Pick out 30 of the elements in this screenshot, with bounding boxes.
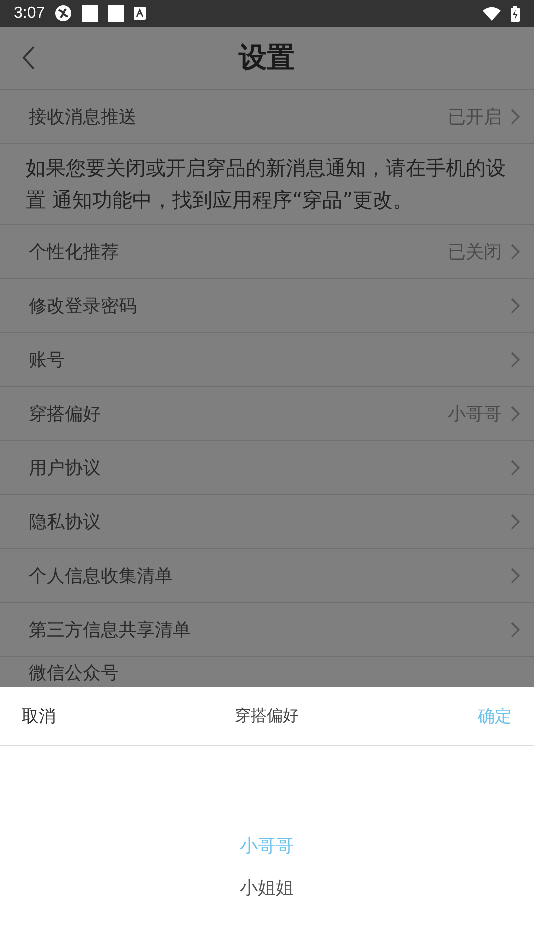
status-time: 3:07 bbox=[14, 4, 46, 22]
cancel-button[interactable]: 取消 bbox=[22, 704, 56, 728]
chevron-icon bbox=[510, 460, 520, 476]
settings-row[interactable]: 隐私协议 bbox=[0, 495, 534, 549]
picker-option[interactable]: 小哥哥 bbox=[240, 834, 294, 858]
confirm-button[interactable]: 确定 bbox=[478, 704, 512, 728]
chevron-icon bbox=[510, 108, 520, 124]
settings-row[interactable]: 第三方信息共享清单 bbox=[0, 603, 534, 657]
picker-option[interactable]: 小姐姐 bbox=[240, 876, 294, 900]
sheet-title: 穿搭偏好 bbox=[235, 706, 299, 726]
chevron-icon bbox=[510, 406, 520, 422]
chevron-icon bbox=[510, 352, 520, 368]
back-icon[interactable] bbox=[22, 46, 36, 70]
page-title: 设置 bbox=[239, 40, 295, 76]
notification-icon bbox=[82, 5, 98, 22]
settings-row[interactable]: 用户协议 bbox=[0, 441, 534, 495]
keyboard-icon bbox=[134, 7, 146, 20]
chevron-icon bbox=[510, 568, 520, 584]
settings-row[interactable]: 修改登录密码 bbox=[0, 279, 534, 333]
notice-text: 如果您要关闭或开启穿品的新消息通知，请在手机的设置 通知功能中，找到应用程序“穿品”更改。 bbox=[0, 144, 534, 225]
settings-row[interactable]: 账号 bbox=[0, 333, 534, 387]
wifi-icon bbox=[483, 6, 501, 20]
settings-row[interactable]: 个人信息收集清单 bbox=[0, 549, 534, 603]
chevron-icon bbox=[510, 298, 520, 314]
battery-icon bbox=[511, 6, 520, 22]
chevron-icon bbox=[510, 244, 520, 260]
notification-icon bbox=[108, 5, 124, 22]
chevron-icon bbox=[510, 622, 520, 638]
chevron-icon bbox=[510, 514, 520, 530]
app-icon bbox=[55, 5, 72, 22]
